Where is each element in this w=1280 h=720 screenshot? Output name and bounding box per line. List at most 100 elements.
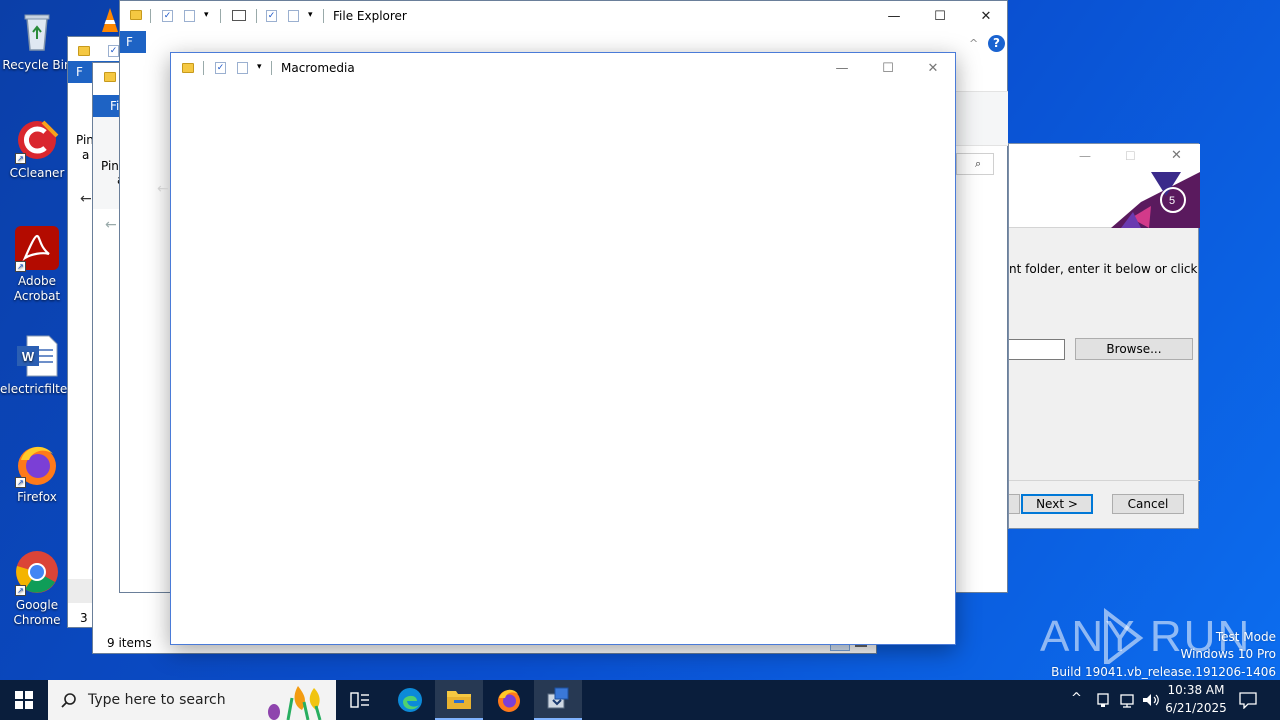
- maximize-button[interactable]: ☐: [917, 1, 963, 31]
- window-title: File Explorer: [333, 9, 407, 23]
- maximize-icon: ☐: [1125, 149, 1136, 163]
- desktop-icon-label: Recycle Bin: [2, 58, 72, 72]
- desktop-icon-word-document[interactable]: W electricfilte...: [0, 332, 79, 397]
- clock-date[interactable]: 6/21/2025: [1163, 701, 1229, 715]
- windows-logo-icon: [15, 691, 33, 709]
- edge-icon: [398, 688, 422, 712]
- status-bar-text: 9 items: [107, 636, 152, 650]
- title-bar[interactable]: ✓ ▾ Macromedia — ☐ ✕: [171, 53, 955, 83]
- properties-icon[interactable]: ✓: [215, 62, 226, 74]
- clock-time[interactable]: 10:38 AM: [1163, 683, 1229, 697]
- folder-icon: [130, 10, 142, 20]
- shortcut-arrow-icon: ↗: [15, 261, 26, 272]
- folder-icon: [182, 63, 194, 73]
- task-view-icon: [350, 692, 369, 708]
- desktop-icon-ccleaner[interactable]: ↗ CCleaner: [0, 116, 74, 181]
- start-button[interactable]: [0, 680, 48, 720]
- back-arrow-icon[interactable]: ←: [80, 191, 92, 207]
- cancel-button[interactable]: Cancel: [1112, 494, 1184, 514]
- pin-label-2: a: [82, 148, 90, 162]
- back-arrow-icon[interactable]: ←: [105, 217, 117, 233]
- minimize-button[interactable]: —: [819, 53, 865, 83]
- macromedia-window[interactable]: ✓ ▾ Macromedia — ☐ ✕: [170, 52, 956, 645]
- maximize-button[interactable]: ☐: [865, 53, 911, 83]
- watermark-line-2: Windows 10 Pro: [1180, 647, 1276, 661]
- desktop-icon-label: electricfilte...: [0, 382, 79, 396]
- chevron-down-icon[interactable]: ▾: [204, 10, 209, 20]
- task-view-button[interactable]: [336, 680, 384, 720]
- installer-logo-icon: 5: [1111, 172, 1200, 228]
- watermark-line-1: Test Mode: [1215, 630, 1276, 644]
- chrome-icon: ↗: [13, 548, 61, 596]
- help-button[interactable]: ?: [988, 35, 1005, 52]
- close-icon[interactable]: ✕: [1171, 148, 1182, 163]
- volume-icon[interactable]: [1142, 692, 1160, 708]
- instruction-text: nt folder, enter it below or click: [1009, 262, 1198, 276]
- taskbar-installer-button[interactable]: [534, 680, 582, 720]
- destination-path-input[interactable]: [1009, 339, 1065, 360]
- properties-icon[interactable]: ✓: [266, 10, 277, 22]
- new-folder-icon[interactable]: [288, 10, 299, 22]
- minimize-button[interactable]: —: [871, 1, 917, 31]
- shortcut-arrow-icon: ↗: [15, 153, 26, 164]
- monitor-icon[interactable]: [232, 10, 246, 21]
- back-arrow-icon: ←: [157, 181, 169, 197]
- search-icon: [61, 693, 76, 708]
- ribbon-file-label: F: [126, 35, 133, 49]
- desktop-icon-firefox[interactable]: ↗ Firefox: [0, 440, 74, 505]
- svg-text:5: 5: [1169, 195, 1175, 207]
- recycle-bin-icon: [13, 8, 61, 56]
- desktop-icon-label: Adobe Acrobat: [13, 274, 61, 303]
- close-button[interactable]: ✕: [963, 1, 1009, 31]
- back-button[interactable]: [1009, 494, 1020, 514]
- window-content: [171, 83, 955, 644]
- collapse-ribbon-icon[interactable]: ^: [969, 37, 978, 50]
- desktop-icon-label: Firefox: [17, 490, 57, 504]
- new-folder-icon[interactable]: [237, 62, 248, 74]
- close-icon: ✕: [927, 60, 939, 76]
- shortcut-arrow-icon: ↗: [15, 477, 26, 488]
- close-button[interactable]: ✕: [910, 53, 956, 83]
- ccleaner-icon: ↗: [13, 116, 61, 164]
- folder-icon: [78, 46, 90, 56]
- file-explorer-icon: [447, 691, 471, 709]
- search-placeholder: Type here to search: [88, 692, 226, 708]
- notifications-icon[interactable]: [1238, 691, 1258, 709]
- desktop-icon-label: Google Chrome: [13, 598, 61, 627]
- vlc-icon: [100, 6, 120, 34]
- title-bar[interactable]: ✓ ▾ ✓ ▾ File Explorer — ☐ ✕: [120, 1, 1007, 31]
- minimize-icon[interactable]: —: [1079, 149, 1091, 163]
- taskbar-file-explorer-button[interactable]: [435, 680, 483, 720]
- taskbar-search-box[interactable]: Type here to search: [48, 680, 336, 720]
- show-hidden-icons-chevron-icon[interactable]: ^: [1071, 691, 1082, 706]
- taskbar-edge-button[interactable]: [386, 680, 434, 720]
- word-document-icon: W: [13, 332, 61, 380]
- shortcut-arrow-icon: ↗: [15, 585, 26, 596]
- network-icon[interactable]: [1119, 692, 1137, 708]
- window-title: Macromedia: [281, 61, 355, 75]
- svg-text:W: W: [22, 349, 35, 364]
- browse-button[interactable]: Browse...: [1075, 338, 1193, 360]
- installer-icon: [547, 687, 569, 709]
- help-icon: ?: [993, 36, 1000, 50]
- firefox-icon: ↗: [13, 440, 61, 488]
- wizard-header: 5: [1009, 172, 1200, 228]
- next-button[interactable]: Next >: [1021, 494, 1093, 514]
- ribbon-file-tab[interactable]: F: [120, 31, 146, 53]
- search-box[interactable]: ⌕: [956, 153, 994, 175]
- desktop-icon-recycle-bin[interactable]: Recycle Bin: [0, 8, 74, 73]
- new-folder-icon[interactable]: [184, 10, 195, 22]
- desktop-icon-adobe-acrobat[interactable]: ↗ Adobe Acrobat: [0, 224, 74, 304]
- taskbar-firefox-button[interactable]: [485, 680, 533, 720]
- desktop-icon-label: CCleaner: [9, 166, 65, 180]
- minimize-icon: —: [887, 8, 901, 24]
- title-bar[interactable]: — ☐ ✕: [1009, 144, 1200, 172]
- chevron-down-icon[interactable]: ▾: [308, 10, 313, 20]
- installer-wizard-window[interactable]: — ☐ ✕ 5 nt folder, enter it below or cli…: [1008, 143, 1200, 529]
- security-tray-icon[interactable]: [1095, 692, 1111, 708]
- chevron-down-icon[interactable]: ▾: [257, 62, 262, 72]
- desktop-icon-google-chrome[interactable]: ↗ Google Chrome: [0, 548, 74, 628]
- maximize-icon: ☐: [882, 60, 894, 76]
- properties-icon[interactable]: ✓: [108, 45, 119, 57]
- properties-icon[interactable]: ✓: [162, 10, 173, 22]
